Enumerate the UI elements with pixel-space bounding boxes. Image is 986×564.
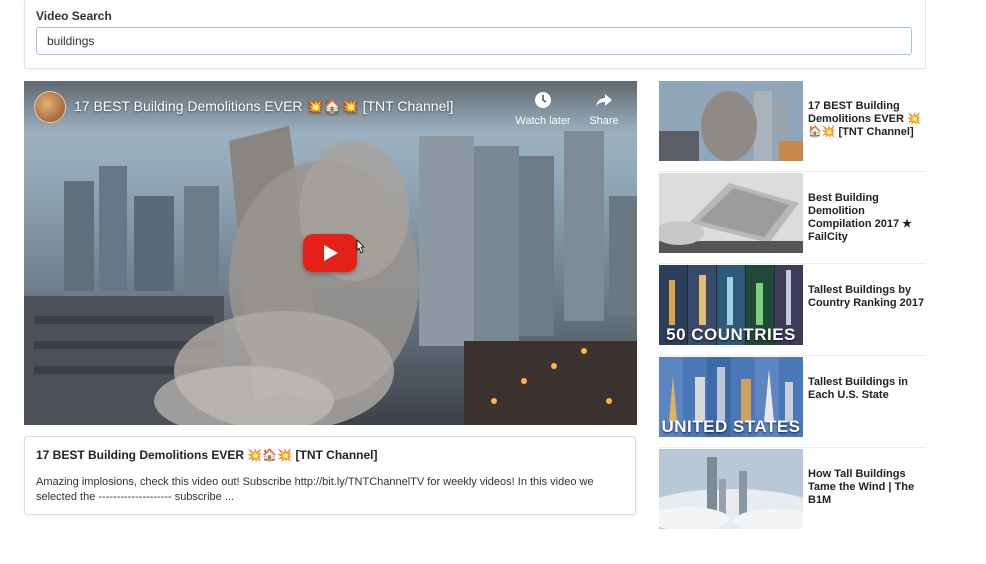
related-video-title[interactable]: Best Building Demolition Compilation 201… [808,192,926,244]
related-video-title[interactable]: How Tall Buildings Tame the Wind | The B… [808,468,926,507]
video-detail-card: 17 BEST Building Demolitions EVER 💥🏠💥 [T… [24,436,636,515]
channel-avatar[interactable] [34,91,66,123]
related-video-list: 17 BEST Building Demolitions EVER 💥🏠💥 [T… [658,80,926,539]
share-arrow-icon [596,94,612,107]
watch-later-button[interactable]: Watch later [513,91,573,127]
related-video-item[interactable]: UNITED STATES Tallest Buildings in Each … [658,356,926,448]
video-thumbnail[interactable] [659,173,803,253]
related-video-title[interactable]: Tallest Buildings by Country Ranking 201… [808,284,926,310]
watch-later-label: Watch later [515,115,571,127]
related-video-item[interactable]: 50 COUNTRIES Tallest Buildings by Countr… [658,264,926,356]
video-thumbnail[interactable] [659,81,803,161]
related-video-title[interactable]: 17 BEST Building Demolitions EVER 💥🏠💥 [T… [808,100,926,139]
video-player[interactable]: 17 BEST Building Demolitions EVER 💥🏠💥 [T… [24,81,637,425]
search-input[interactable] [36,27,912,55]
search-card: Video Search [24,0,926,69]
share-button[interactable]: Share [574,91,634,127]
search-label: Video Search [36,9,112,23]
thumbnail-caption: UNITED STATES [661,417,801,436]
share-label: Share [589,115,619,127]
player-title[interactable]: 17 BEST Building Demolitions EVER 💥🏠💥 [T… [74,98,453,115]
video-description: Amazing implosions, check this video out… [36,476,594,503]
related-video-title[interactable]: Tallest Buildings in Each U.S. State [808,376,926,402]
video-thumbnail[interactable]: UNITED STATES [659,357,803,437]
video-thumbnail[interactable]: 50 COUNTRIES [659,265,803,345]
video-title: 17 BEST Building Demolitions EVER 💥🏠💥 [T… [36,448,378,462]
hand-cursor-icon [356,239,365,254]
thumbnail-caption: 50 COUNTRIES [666,325,796,344]
play-icon [324,245,338,261]
video-thumbnail[interactable] [659,449,803,529]
related-video-item[interactable]: 17 BEST Building Demolitions EVER 💥🏠💥 [T… [658,80,926,172]
play-button[interactable] [303,234,357,272]
related-video-item[interactable]: Best Building Demolition Compilation 201… [658,172,926,264]
clock-icon [535,92,551,108]
related-video-item[interactable]: How Tall Buildings Tame the Wind | The B… [658,448,926,539]
